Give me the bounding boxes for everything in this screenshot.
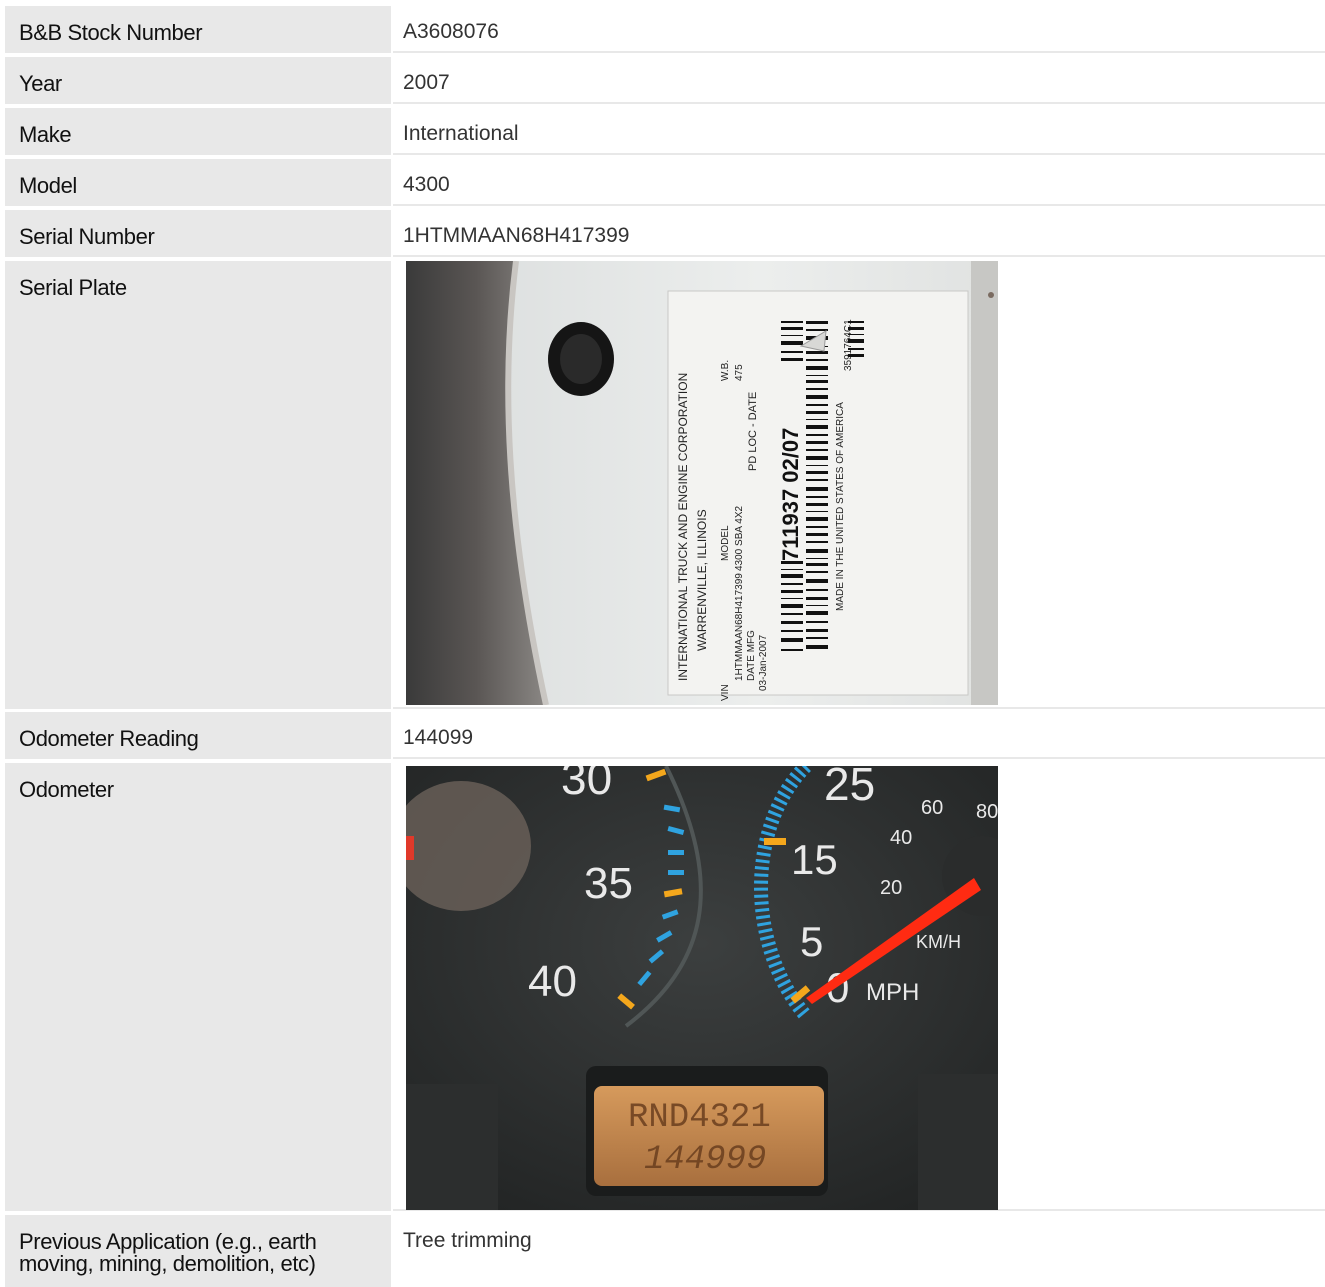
row-value: 144099 [393,712,1325,759]
plate-vin: 1HTMMAAN68H417399 [734,573,745,681]
row-value: Tree trimming [393,1215,1325,1287]
row-value: International [393,108,1325,155]
speed-label-5: 5 [800,918,823,965]
row-label: B&B Stock Number [5,6,391,53]
lcd-top-text: RND4321 [628,1099,771,1137]
row-value: A3608076 [393,6,1325,53]
row-label: Odometer [5,763,391,1211]
kmh-label-40: 40 [890,827,912,849]
plate-wb: 475 [734,364,745,381]
row-label: Model [5,159,391,206]
plate-date-mfg-label: DATE MFG [746,630,757,681]
lcd-bottom-text: 144999 [644,1141,766,1179]
table-row: Make International [5,108,1325,155]
plate-line-1: INTERNATIONAL TRUCK AND ENGINE CORPORATI… [676,373,690,681]
table-row: Serial Number 1HTMMAAN68H417399 [5,210,1325,257]
odometer-photo[interactable]: 30 35 40 25 15 5 0 60 80 40 20 KM/H MPH … [406,766,998,1210]
plate-wb-label: W.B. [720,360,731,381]
kmh-label-80: 80 [976,801,998,823]
plate-pd: 711937 02/07 [778,428,803,561]
kmh-label-60: 60 [921,797,943,819]
row-label: Serial Number [5,210,391,257]
table-row: Previous Application (e.g., earth moving… [5,1215,1325,1287]
plate-model: 4300 SBA 4X2 [734,506,745,571]
speed-label-25: 25 [824,766,875,810]
tach-label-30: 30 [561,766,612,804]
plate-model-label: MODEL [720,525,731,561]
row-label: Make [5,108,391,155]
plate-vin-label: VIN [720,684,731,701]
table-row: Odometer Reading 144099 [5,712,1325,759]
row-value: 4300 [393,159,1325,206]
table-row: Year 2007 [5,57,1325,104]
row-value: 1HTMMAAN68H417399 [393,210,1325,257]
row-label: Previous Application (e.g., earth moving… [5,1215,391,1287]
row-label: Serial Plate [5,261,391,709]
serial-plate-photo[interactable]: INTERNATIONAL TRUCK AND ENGINE CORPORATI… [406,261,998,705]
plate-date-mfg: 03-Jan-2007 [758,634,769,691]
unit-kmh: KM/H [916,932,961,952]
plate-pd-label: PD LOC - DATE [747,392,759,471]
speed-label-15: 15 [791,836,838,883]
table-row: B&B Stock Number A3608076 [5,6,1325,53]
plate-part: 3591764C1 [843,319,854,371]
plate-made: MADE IN THE UNITED STATES OF AMERICA [835,402,846,611]
tach-label-35: 35 [584,859,633,908]
tach-label-40: 40 [528,957,577,1006]
row-label: Odometer Reading [5,712,391,759]
row-value: 2007 [393,57,1325,104]
row-label: Year [5,57,391,104]
unit-mph: MPH [866,979,919,1006]
table-row: Model 4300 [5,159,1325,206]
plate-line-2: WARRENVILLE, ILLINOIS [695,509,709,651]
kmh-label-20: 20 [880,877,902,899]
